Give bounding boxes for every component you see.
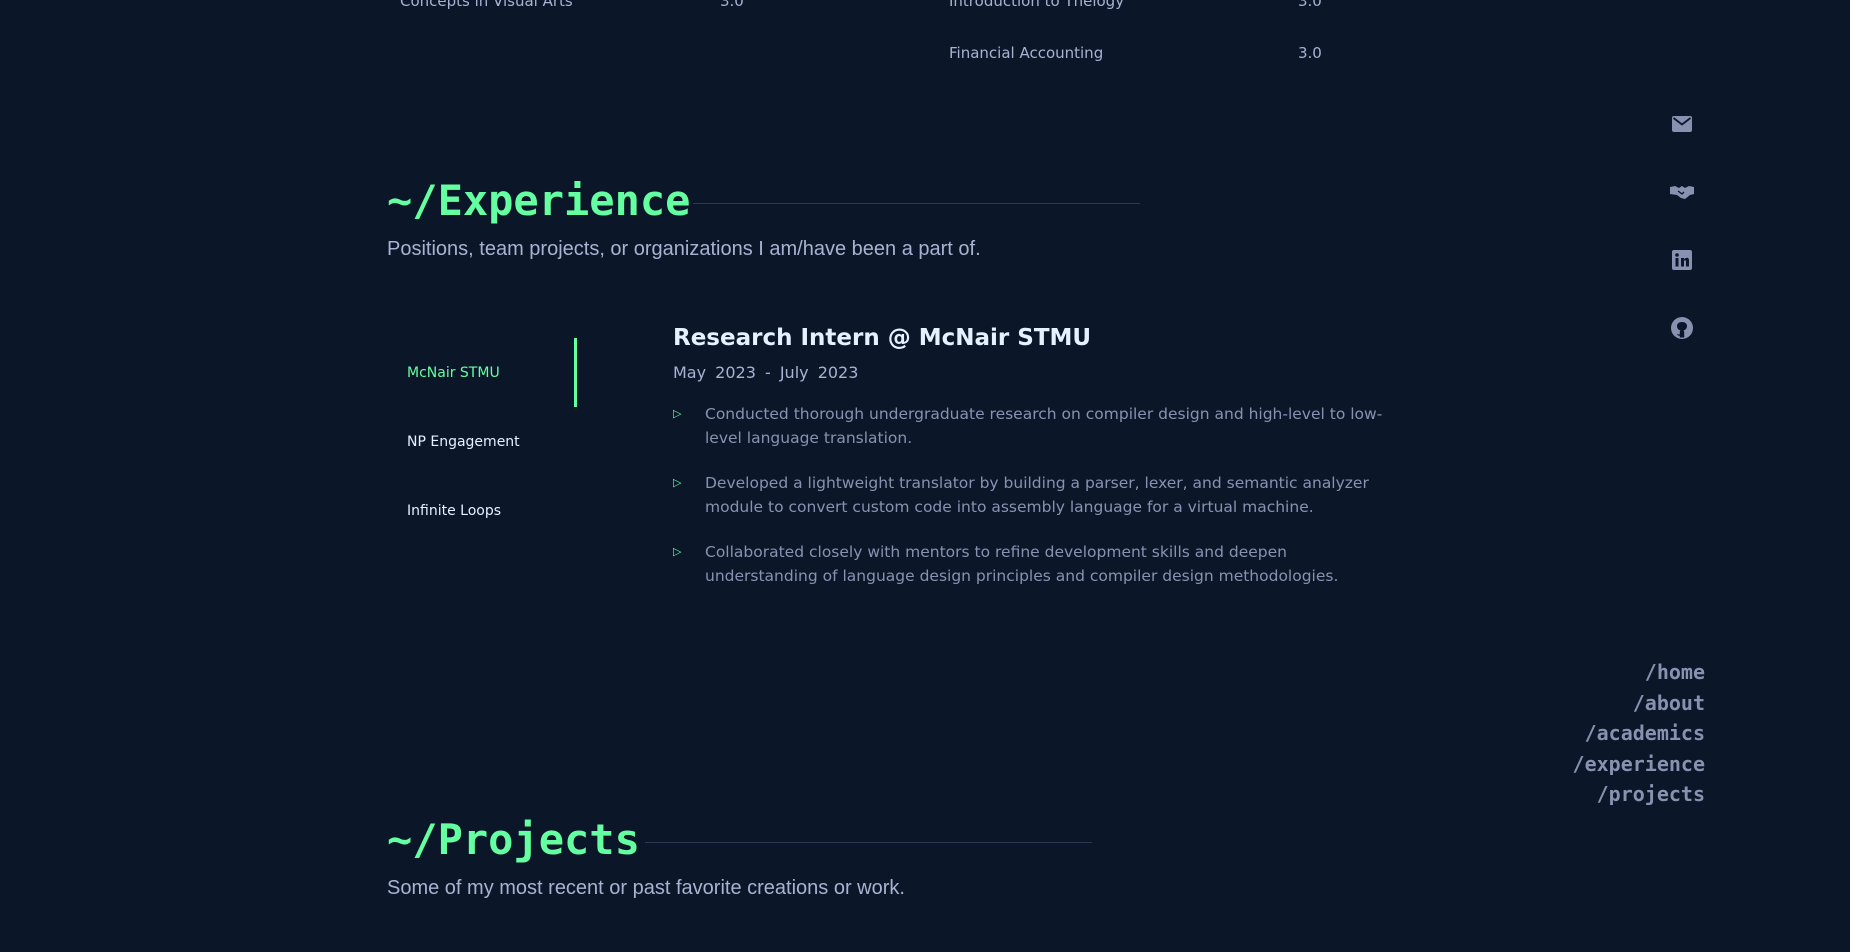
tab-mcnair-stmu[interactable]: McNair STMU (387, 338, 577, 407)
projects-section-subtitle: Some of my most recent or past favorite … (387, 877, 905, 899)
job-bullet-text: Conducted thorough undergraduate researc… (705, 405, 1383, 447)
job-bullet: ▷ Conducted thorough undergraduate resea… (673, 402, 1403, 450)
github-icon[interactable] (1670, 316, 1694, 340)
course-name: Financial Accounting (949, 44, 1104, 62)
experience-section-subtitle: Positions, team projects, or organizatio… (387, 238, 981, 260)
nav-link-about[interactable]: /about (1573, 688, 1705, 719)
linkedin-icon[interactable] (1670, 248, 1694, 272)
course-credits: 3.0 (1298, 0, 1322, 10)
nav-link-academics[interactable]: /academics (1573, 718, 1705, 749)
tab-infinite-loops[interactable]: Infinite Loops (387, 476, 577, 545)
course-credits: 3.0 (1298, 44, 1322, 62)
handshake-icon[interactable] (1670, 180, 1694, 204)
nav-link-home[interactable]: /home (1573, 657, 1705, 688)
course-name: Introduction to Thelogy (949, 0, 1125, 10)
mail-icon[interactable] (1670, 112, 1694, 136)
job-bullet-text: Developed a lightweight translator by bu… (705, 474, 1369, 516)
course-credits: 3.0 (720, 0, 744, 10)
section-title-divider (645, 842, 1092, 843)
side-nav: /home /about /academics /experience /pro… (1573, 657, 1705, 810)
nav-link-experience[interactable]: /experience (1573, 749, 1705, 780)
experience-detail-panel: Research Intern @ McNair STMU May 2023 -… (673, 325, 1403, 609)
tab-np-engagement[interactable]: NP Engagement (387, 407, 577, 476)
triangle-bullet-icon: ▷ (673, 545, 682, 558)
job-bullet-text: Collaborated closely with mentors to ref… (705, 543, 1339, 585)
nav-link-projects[interactable]: /projects (1573, 779, 1705, 810)
job-title: Research Intern @ McNair STMU (673, 325, 1092, 351)
job-dates: May 2023 - July 2023 (673, 363, 859, 382)
experience-section-title: ~/Experience (387, 176, 691, 225)
triangle-bullet-icon: ▷ (673, 407, 682, 420)
job-bullet: ▷ Collaborated closely with mentors to r… (673, 540, 1403, 588)
job-bullet: ▷ Developed a lightweight translator by … (673, 471, 1403, 519)
experience-tab-list: McNair STMU NP Engagement Infinite Loops (387, 338, 577, 545)
job-bullet-list: ▷ Conducted thorough undergraduate resea… (673, 402, 1403, 588)
course-name: Concepts in Visual Arts (400, 0, 573, 10)
projects-section-title: ~/Projects (387, 815, 640, 864)
section-title-divider (693, 203, 1140, 204)
triangle-bullet-icon: ▷ (673, 476, 682, 489)
